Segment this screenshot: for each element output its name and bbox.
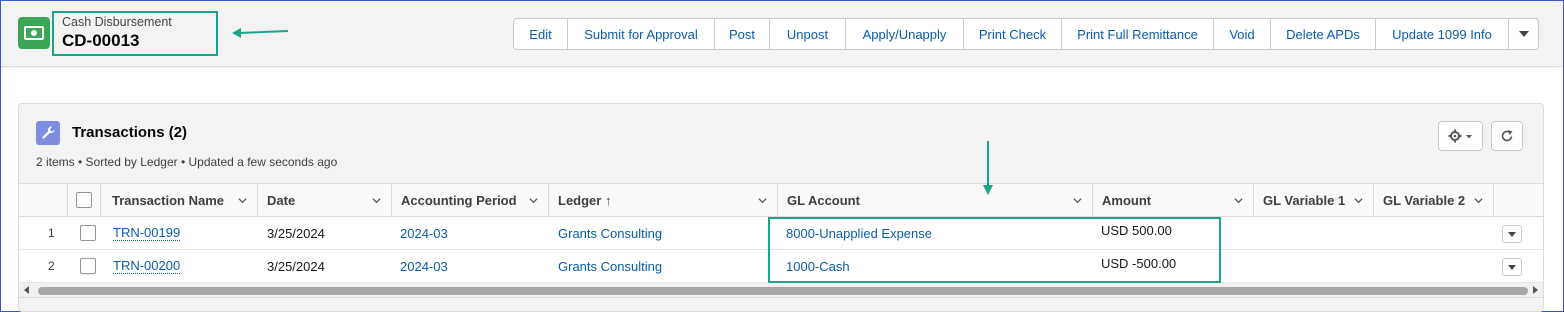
- column-header-ledger[interactable]: Ledger ↑: [549, 184, 778, 216]
- chevron-down-icon: [372, 198, 381, 204]
- print-check-button[interactable]: Print Check: [964, 18, 1062, 50]
- unpost-button[interactable]: Unpost: [770, 18, 846, 50]
- scrollbar-thumb[interactable]: [38, 287, 1528, 295]
- column-header-gl-variable-2[interactable]: GL Variable 2: [1374, 184, 1494, 216]
- accounting-period-link[interactable]: 2024-03: [400, 250, 448, 282]
- column-label: Date: [267, 192, 296, 208]
- date-cell: 3/25/2024: [267, 258, 325, 274]
- list-settings-button[interactable]: [1438, 121, 1483, 151]
- column-header-gl-variable-1[interactable]: GL Variable 1: [1254, 184, 1374, 216]
- date-cell: 3/25/2024: [267, 225, 325, 241]
- column-label: GL Variable 2: [1383, 192, 1466, 208]
- column-label: Ledger ↑: [558, 192, 612, 208]
- annotation-highlight-gl-amount: [768, 217, 1221, 283]
- card-subtitle: 2 items • Sorted by Ledger • Updated a f…: [36, 155, 338, 169]
- print-full-remittance-button[interactable]: Print Full Remittance: [1062, 18, 1214, 50]
- void-button[interactable]: Void: [1214, 18, 1271, 50]
- chevron-down-icon: [1474, 198, 1483, 204]
- scroll-left-icon[interactable]: [24, 286, 29, 294]
- row-select: [80, 250, 96, 282]
- chevron-down-icon: [1234, 198, 1243, 204]
- chevron-down-icon: [758, 198, 767, 204]
- rownum-header: [19, 184, 68, 216]
- refresh-icon: [1501, 130, 1513, 142]
- row-number: 2: [48, 259, 55, 273]
- row-checkbox[interactable]: [80, 258, 96, 274]
- column-header-gl-account[interactable]: GL Account: [778, 184, 1093, 216]
- delete-apds-button[interactable]: Delete APDs: [1271, 18, 1376, 50]
- action-button-group: Edit Submit for Approval Post Unpost App…: [513, 18, 1539, 50]
- refresh-button[interactable]: [1491, 121, 1523, 151]
- select-all-checkbox[interactable]: [76, 192, 92, 208]
- column-label: Amount: [1102, 192, 1152, 208]
- row-number: 1: [48, 226, 55, 240]
- ledger-link[interactable]: Grants Consulting: [558, 217, 662, 249]
- more-actions-button[interactable]: [1509, 18, 1539, 50]
- chevron-down-icon: [238, 198, 247, 204]
- apply-unapply-button[interactable]: Apply/Unapply: [846, 18, 964, 50]
- column-label: Accounting Period: [401, 192, 517, 208]
- row-actions-button[interactable]: [1502, 258, 1522, 276]
- update-1099-info-button[interactable]: Update 1099 Info: [1376, 18, 1509, 50]
- column-header-transaction-name[interactable]: Transaction Name: [101, 184, 258, 216]
- submit-for-approval-button[interactable]: Submit for Approval: [568, 18, 715, 50]
- column-header-accounting-period[interactable]: Accounting Period: [392, 184, 549, 216]
- row-actions-button[interactable]: [1502, 225, 1522, 243]
- column-label: GL Variable 1: [1263, 192, 1346, 208]
- select-all-header: [68, 184, 101, 216]
- table-header: Transaction Name Date Accounting Period …: [19, 183, 1543, 217]
- column-label: Transaction Name: [112, 192, 224, 208]
- ledger-link[interactable]: Grants Consulting: [558, 250, 662, 282]
- column-header-amount[interactable]: Amount: [1093, 184, 1254, 216]
- cash-disbursement-icon: [18, 17, 50, 49]
- row-select: [80, 217, 96, 249]
- annotation-highlight-title: [52, 11, 218, 56]
- annotation-arrow-down-icon: [983, 141, 993, 195]
- gear-icon: [1448, 129, 1472, 143]
- post-button[interactable]: Post: [715, 18, 770, 50]
- transaction-name-link[interactable]: TRN-00200: [113, 258, 181, 274]
- chevron-down-icon: [529, 198, 538, 204]
- edit-button[interactable]: Edit: [513, 18, 568, 50]
- row-checkbox[interactable]: [80, 225, 96, 241]
- transaction-name-link[interactable]: TRN-00199: [113, 225, 181, 241]
- chevron-down-icon: [1354, 198, 1363, 204]
- card-title: Transactions (2): [72, 124, 188, 141]
- chevron-down-icon: [1508, 231, 1516, 237]
- chevron-down-icon: [1508, 264, 1516, 270]
- column-header-date[interactable]: Date: [258, 184, 392, 216]
- column-label: GL Account: [787, 192, 860, 208]
- horizontal-scrollbar[interactable]: [19, 283, 1543, 298]
- wrench-icon: [36, 121, 60, 145]
- chevron-down-icon: [1518, 31, 1529, 37]
- chevron-down-icon: [1073, 198, 1082, 204]
- annotation-arrow-left-icon: [232, 28, 288, 38]
- accounting-period-link[interactable]: 2024-03: [400, 217, 448, 249]
- scroll-right-icon[interactable]: [1533, 286, 1538, 294]
